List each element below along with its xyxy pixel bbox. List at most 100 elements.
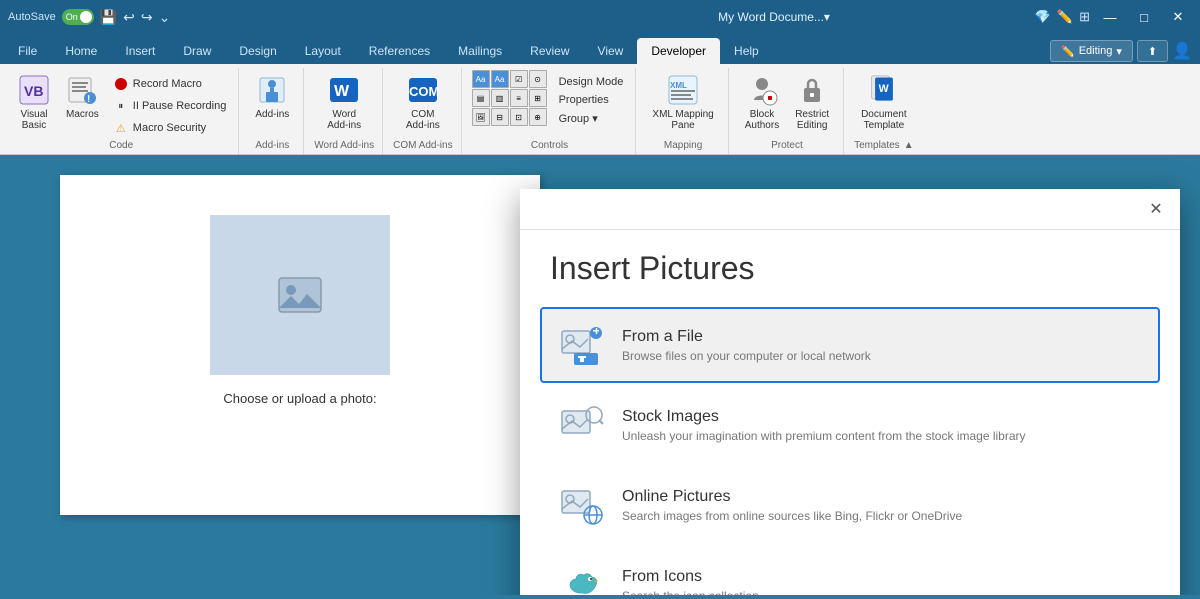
com-addins-icon: COM — [407, 74, 439, 106]
tab-design[interactable]: Design — [225, 38, 290, 64]
tab-file[interactable]: File — [4, 38, 51, 64]
ctrl-icon-12[interactable]: ⊕ — [529, 108, 547, 126]
tab-references[interactable]: References — [355, 38, 444, 64]
dialog-item-from-icons[interactable]: From Icons Search the icon collection — [540, 547, 1160, 595]
code-group-label: Code — [12, 138, 230, 154]
undo-icon[interactable]: ↩ — [123, 9, 135, 26]
templates-group-label: Templates ▲ — [854, 138, 913, 154]
dialog-item-from-file[interactable]: From a File Browse files on your compute… — [540, 307, 1160, 383]
restrict-editing-button[interactable]: RestrictEditing — [789, 70, 835, 135]
ctrl-icon-4[interactable]: ⊙ — [529, 70, 547, 88]
ctrl-icon-10[interactable]: ⊟ — [491, 108, 509, 126]
macros-icon: ! — [66, 74, 98, 106]
maximize-button[interactable]: □ — [1130, 7, 1158, 27]
record-macro-button[interactable]: Record Macro — [109, 74, 231, 94]
ctrl-icon-5[interactable]: ▤ — [472, 89, 490, 107]
code-group-items: VB VisualBasic — [12, 70, 230, 138]
tab-developer[interactable]: Developer — [637, 38, 720, 64]
pen-icon: ✏️ — [1057, 9, 1073, 25]
controls-buttons: Design Mode Properties Group ▾ — [555, 70, 628, 127]
block-authors-button[interactable]: BlockAuthors — [739, 70, 785, 135]
share-icon: ⬆ — [1148, 45, 1157, 58]
visual-basic-label: VisualBasic — [20, 109, 47, 131]
restrict-editing-icon — [796, 74, 828, 106]
protect-group-items: BlockAuthors RestrictEditing — [739, 70, 835, 138]
autosave-on-label: On — [66, 12, 78, 22]
macro-security-button[interactable]: ⚠ Macro Security — [109, 118, 231, 138]
dialog-item-stock-images[interactable]: Stock Images Unleash your imagination wi… — [540, 387, 1160, 463]
redo-icon[interactable]: ↪ — [141, 9, 153, 26]
group-button[interactable]: Group ▾ — [555, 110, 628, 127]
templates-collapse-icon[interactable]: ▲ — [904, 140, 914, 151]
word-addins-label: WordAdd-ins — [327, 109, 361, 131]
block-authors-icon — [746, 74, 778, 106]
autosave-knob — [80, 11, 92, 23]
add-ins-button[interactable]: Add-ins — [249, 70, 295, 124]
tab-home[interactable]: Home — [51, 38, 111, 64]
pause-recording-label: II Pause Recording — [133, 100, 227, 112]
document-template-button[interactable]: W DocumentTemplate — [855, 70, 913, 135]
editing-button[interactable]: ✏️ Editing ▾ — [1050, 40, 1133, 62]
autosave-toggle[interactable]: On — [62, 9, 94, 25]
from-file-title: From a File — [622, 328, 871, 346]
pause-icon: ⏸ — [113, 98, 129, 114]
minimize-button[interactable]: — — [1096, 7, 1124, 27]
ctrl-icon-3[interactable]: ☑ — [510, 70, 528, 88]
visual-basic-button[interactable]: VB VisualBasic — [12, 70, 56, 135]
code-small-buttons: Record Macro ⏸ II Pause Recording ⚠ Macr… — [109, 70, 231, 138]
macros-button[interactable]: ! Macros — [60, 70, 105, 135]
ctrl-icon-9[interactable]: 🖼 — [472, 108, 490, 126]
tab-help[interactable]: Help — [720, 38, 773, 64]
title-bar-left: AutoSave On 💾 ↩ ↪ ⌄ — [8, 9, 513, 26]
design-mode-button[interactable]: Design Mode — [555, 74, 628, 90]
word-addins-button[interactable]: W WordAdd-ins — [321, 70, 367, 135]
addins-group-items: Add-ins — [249, 70, 295, 138]
visual-basic-icon: VB — [18, 74, 50, 106]
share-button[interactable]: ⬆ — [1137, 40, 1168, 62]
tab-mailings[interactable]: Mailings — [444, 38, 516, 64]
tab-layout[interactable]: Layout — [291, 38, 355, 64]
xml-mapping-label: XML MappingPane — [652, 109, 713, 131]
group-label: Group ▾ — [559, 112, 598, 125]
protect-group-label: Protect — [739, 138, 835, 154]
customize-icon[interactable]: ⌄ — [159, 9, 171, 26]
save-icon[interactable]: 💾 — [100, 9, 117, 26]
person-icon[interactable]: 👤 — [1172, 41, 1192, 61]
ctrl-icon-1[interactable]: Aa — [472, 70, 490, 88]
editing-dropdown-icon: ▾ — [1116, 45, 1122, 58]
xml-mapping-icon: XML — [667, 74, 699, 106]
xml-mapping-button[interactable]: XML XML MappingPane — [646, 70, 719, 135]
autosave-label: AutoSave — [8, 11, 56, 23]
tab-bar-right: ✏️ Editing ▾ ⬆ 👤 — [1050, 40, 1200, 64]
com-addins-group-items: COM COMAdd-ins — [400, 70, 446, 138]
tab-view[interactable]: View — [584, 38, 638, 64]
mapping-group-label: Mapping — [646, 138, 719, 154]
properties-button[interactable]: Properties — [555, 92, 628, 108]
diamond-icon: 💎 — [1035, 9, 1051, 25]
ctrl-icon-2[interactable]: Aa — [491, 70, 509, 88]
ctrl-icon-6[interactable]: ▥ — [491, 89, 509, 107]
pause-recording-button[interactable]: ⏸ II Pause Recording — [109, 96, 231, 116]
controls-group-label: Controls — [472, 138, 628, 154]
ctrl-icon-8[interactable]: ⊞ — [529, 89, 547, 107]
com-addins-button[interactable]: COM COMAdd-ins — [400, 70, 446, 135]
ctrl-icon-7[interactable]: ≡ — [510, 89, 528, 107]
ribbon-group-protect: BlockAuthors RestrictEditing Protect — [731, 68, 844, 154]
tab-draw[interactable]: Draw — [169, 38, 225, 64]
tab-review[interactable]: Review — [516, 38, 583, 64]
ctrl-icon-11[interactable]: ⊡ — [510, 108, 528, 126]
from-icons-title: From Icons — [622, 568, 759, 586]
macro-security-label: Macro Security — [133, 122, 206, 134]
dialog-item-online-pictures[interactable]: Online Pictures Search images from onlin… — [540, 467, 1160, 543]
controls-icons-grid: Aa Aa ☑ ⊙ ▤ ▥ ≡ ⊞ 🖼 ⊟ ⊡ ⊕ — [472, 70, 547, 126]
dialog-close-button[interactable]: ✕ — [1144, 197, 1168, 221]
svg-text:W: W — [334, 83, 350, 100]
photo-label: Choose or upload a photo: — [223, 391, 376, 406]
com-addins-label: COMAdd-ins — [406, 109, 440, 131]
close-button[interactable]: ✕ — [1164, 7, 1192, 27]
from-icons-text: From Icons Search the icon collection — [622, 568, 759, 596]
ribbon-group-mapping: XML XML MappingPane Mapping — [638, 68, 728, 154]
online-pictures-title: Online Pictures — [622, 488, 962, 506]
tab-insert[interactable]: Insert — [111, 38, 169, 64]
ribbon-group-addins: Add-ins Add-ins — [241, 68, 304, 154]
